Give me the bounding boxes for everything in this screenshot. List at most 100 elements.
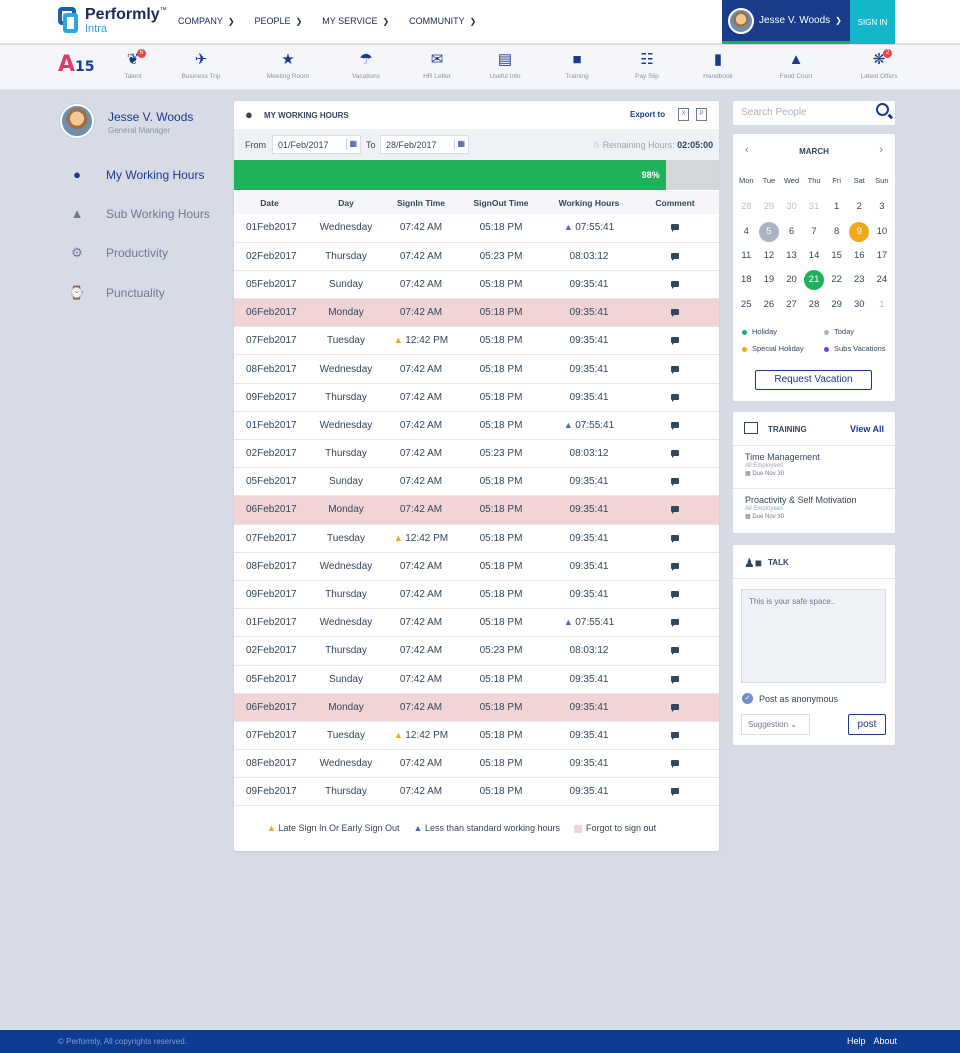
table-row[interactable]: 09Feb2017 Thursday 07:42 AM 05:18 PM 09:35:4… <box>234 383 719 412</box>
comment-icon[interactable] <box>671 788 679 797</box>
calendar-day[interactable]: 18 <box>736 270 756 290</box>
about-link[interactable]: About <box>873 1036 897 1046</box>
training-item[interactable]: Time Management All Employees ▦ Due Nov … <box>733 445 895 490</box>
comment-icon[interactable] <box>671 421 679 430</box>
comment-icon[interactable] <box>671 760 679 769</box>
table-row[interactable]: 02Feb2017 Thursday 07:42 AM 05:23 PM 08:03:1… <box>234 242 719 271</box>
table-row[interactable]: 05Feb2017 Sunday 07:42 AM 05:18 PM 09:35:41 <box>234 665 719 694</box>
calendar-day[interactable]: 27 <box>781 295 801 315</box>
quick-link-pay-slip[interactable]: ☷ Pay Slip <box>615 50 679 80</box>
comment-icon[interactable] <box>671 731 679 740</box>
quick-link-vacations[interactable]: ☂ Vacations <box>334 50 398 80</box>
table-row[interactable]: 06Feb2017 Monday 07:42 AM 05:18 PM 09:35:41 <box>234 495 719 525</box>
sidebar-item-punctuality[interactable]: ⌚ Punctuality <box>68 285 165 301</box>
quick-link-handbook[interactable]: ▮ Handbook <box>686 50 750 80</box>
comment-icon[interactable] <box>671 309 679 318</box>
calendar-day[interactable]: 8 <box>827 222 847 242</box>
calendar-day[interactable]: 5 <box>758 221 779 242</box>
pdf-export-icon[interactable]: P <box>696 108 707 121</box>
calendar-day[interactable]: 13 <box>781 246 801 266</box>
calendar-day[interactable]: 2 <box>849 197 869 217</box>
table-row[interactable]: 05Feb2017 Sunday 07:42 AM 05:18 PM 09:35:41 <box>234 270 719 300</box>
search-input[interactable]: Search People <box>741 107 807 118</box>
post-button[interactable]: post <box>848 714 886 735</box>
help-link[interactable]: Help <box>847 1036 866 1046</box>
comment-icon[interactable] <box>671 337 679 346</box>
table-row[interactable]: 02Feb2017 Thursday 07:42 AM 05:23 PM 08:03:1… <box>234 636 719 666</box>
table-row[interactable]: 02Feb2017 Thursday 07:42 AM 05:23 PM 08:03:1… <box>234 439 719 469</box>
suggestion-select[interactable]: Suggestion ⌄ <box>741 714 810 735</box>
training-item[interactable]: Proactivity & Self Motivation All Employ… <box>733 488 895 533</box>
search-icon[interactable] <box>876 103 889 116</box>
calendar-day[interactable]: 21 <box>804 270 825 291</box>
nav-community[interactable]: COMMUNITY ❯ <box>409 16 476 26</box>
quick-link-hr-letter[interactable]: ✉ HR Letter <box>405 50 469 80</box>
table-row[interactable]: 08Feb2017 Wednesday 07:42 AM 05:18 PM 09:35:… <box>234 749 719 779</box>
nav-my-service[interactable]: MY SERVICE ❯ <box>322 16 389 26</box>
table-row[interactable]: 06Feb2017 Monday 07:42 AM 05:18 PM 09:35:41 <box>234 298 719 328</box>
sidebar-item-my-working-hours[interactable]: ● My Working Hours <box>68 167 204 182</box>
quick-link-useful-info[interactable]: ▤ Useful Info <box>473 50 537 80</box>
calendar-day[interactable]: 28 <box>804 295 824 315</box>
table-row[interactable]: 01Feb2017 Wednesday 07:42 AM 05:18 PM ▲ 07:5… <box>234 214 719 243</box>
table-row[interactable]: 09Feb2017 Thursday 07:42 AM 05:18 PM 09:35:4… <box>234 777 719 807</box>
calendar-day[interactable]: 11 <box>736 246 756 266</box>
table-row[interactable]: 05Feb2017 Sunday 07:42 AM 05:18 PM 09:35:41 <box>234 467 719 497</box>
calendar-day[interactable]: 23 <box>849 270 869 290</box>
nav-company[interactable]: COMPANY ❯ <box>178 16 235 26</box>
calendar-day[interactable]: 31 <box>804 197 824 217</box>
calendar-day[interactable]: 24 <box>872 270 892 290</box>
calendar-day[interactable]: 28 <box>736 197 756 217</box>
chevron-right-icon[interactable]: › <box>879 144 883 156</box>
calendar-day[interactable]: 12 <box>759 246 779 266</box>
calendar-day[interactable]: 22 <box>827 270 847 290</box>
search-people-box[interactable]: Search People <box>733 101 895 125</box>
comment-icon[interactable] <box>671 591 679 600</box>
calendar-day[interactable]: 10 <box>872 222 892 242</box>
comment-icon[interactable] <box>671 365 679 374</box>
calendar-day[interactable]: 9 <box>849 221 870 242</box>
table-row[interactable]: 07Feb2017 Tuesday ▲ 12:42 PM 05:18 PM 09:35:… <box>234 721 719 751</box>
calendar-day[interactable]: 25 <box>736 295 756 315</box>
calendar-day[interactable]: 15 <box>827 246 847 266</box>
table-row[interactable]: 08Feb2017 Wednesday 07:42 AM 05:18 PM 09:35:… <box>234 354 719 384</box>
table-row[interactable]: 09Feb2017 Thursday 07:42 AM 05:18 PM 09:35:4… <box>234 580 719 610</box>
table-row[interactable]: 07Feb2017 Tuesday ▲ 12:42 PM 05:18 PM 09:35:… <box>234 326 719 356</box>
view-all-link[interactable]: View All <box>850 424 884 434</box>
calendar-day[interactable]: 26 <box>759 295 779 315</box>
comment-icon[interactable] <box>671 703 679 712</box>
sidebar-item-sub-working-hours[interactable]: ▲ Sub Working Hours <box>68 206 210 221</box>
excel-export-icon[interactable]: X <box>678 108 689 121</box>
comment-icon[interactable] <box>671 506 679 515</box>
calendar-day[interactable]: 17 <box>872 246 892 266</box>
post-anonymous-toggle[interactable]: ✓ Post as anonymous <box>742 693 838 704</box>
comment-icon[interactable] <box>671 647 679 656</box>
table-row[interactable]: 01Feb2017 Wednesday 07:42 AM 05:18 PM ▲ 07:5… <box>234 608 719 638</box>
quick-link-meeting-room[interactable]: ★ Meeting Room <box>256 50 320 80</box>
table-row[interactable]: 06Feb2017 Monday 07:42 AM 05:18 PM 09:35:41 <box>234 693 719 722</box>
calendar-day[interactable]: 3 <box>872 197 892 217</box>
table-row[interactable]: 08Feb2017 Wednesday 07:42 AM 05:18 PM 09:35:… <box>234 552 719 581</box>
calendar-day[interactable]: 6 <box>781 222 801 242</box>
comment-icon[interactable] <box>671 252 679 261</box>
quick-link-latest-offers[interactable]: ❋ 2 Latest Offers <box>847 49 911 80</box>
performly-logo[interactable]: Performly™ Intra <box>58 7 167 35</box>
calendar-day[interactable]: 7 <box>804 222 824 242</box>
user-menu[interactable]: Jesse V. Woods ❯ <box>722 0 850 44</box>
quick-link-food-court[interactable]: ▲ Food Court <box>764 50 828 80</box>
comment-icon[interactable] <box>671 562 679 571</box>
calendar-icon[interactable]: ▦ <box>454 139 465 150</box>
comment-icon[interactable] <box>671 675 679 684</box>
comment-icon[interactable] <box>671 534 679 543</box>
comment-icon[interactable] <box>671 450 679 459</box>
calendar-day[interactable]: 1 <box>827 197 847 217</box>
calendar-day[interactable]: 30 <box>849 295 869 315</box>
table-row[interactable]: 07Feb2017 Tuesday ▲ 12:42 PM 05:18 PM 09:35:… <box>234 524 719 553</box>
calendar-day[interactable]: 19 <box>759 270 779 290</box>
request-vacation-button[interactable]: Request Vacation <box>755 370 872 390</box>
comment-icon[interactable] <box>671 280 679 289</box>
quick-link-talent[interactable]: ❦ 6 Talent <box>101 49 165 80</box>
from-date-field[interactable]: 01/Feb/2017 ▦ <box>272 135 361 154</box>
comment-icon[interactable] <box>671 619 679 628</box>
quick-link-training[interactable]: ■ Training <box>545 50 609 80</box>
